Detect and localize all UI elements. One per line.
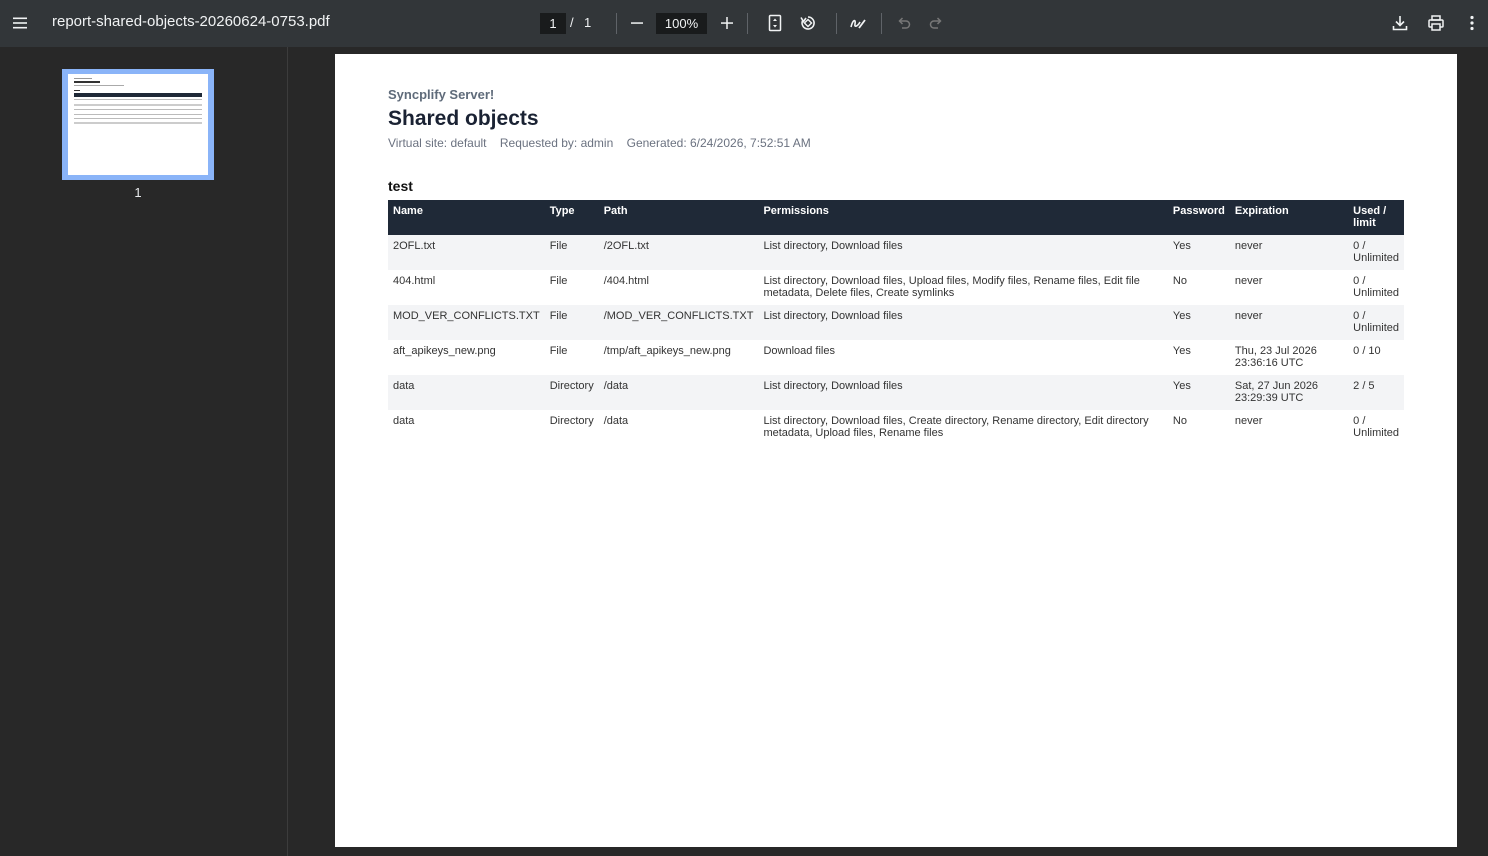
toolbar-divider	[881, 13, 882, 34]
meta-generated: Generated: 6/24/2026, 7:52:51 AM	[626, 136, 811, 150]
meta-requested-by: Requested by: admin	[499, 136, 614, 150]
report-brand: Syncplify Server!	[388, 87, 495, 102]
cell-type: File	[549, 345, 568, 357]
column-header-used-limit: Used / limit	[1348, 200, 1404, 235]
zoom-in-icon[interactable]	[711, 7, 743, 39]
column-header-permissions: Permissions	[758, 200, 1168, 235]
zoom-level-input[interactable]	[656, 13, 707, 34]
cell-name: 404.html	[393, 275, 436, 287]
more-options-icon[interactable]	[1456, 7, 1488, 39]
column-header-name: Name	[388, 200, 545, 235]
table-row: aft_apikeys_new.png File /tmp/aft_apikey…	[388, 340, 1404, 375]
cell-path: /404.html	[603, 275, 649, 287]
cell-path: /tmp/aft_apikeys_new.png	[603, 345, 731, 357]
page-total: 1	[584, 15, 592, 30]
cell-type: File	[549, 275, 568, 287]
cell-name: data	[388, 375, 545, 410]
column-header-path: Path	[598, 200, 759, 235]
cell-expiration: Sat, 27 Jun 2026 23:29:39 UTC	[1229, 375, 1349, 410]
cell-used-limit: 0 / Unlimited	[1353, 415, 1399, 439]
cell-type: Directory	[544, 375, 599, 410]
cell-path: /MOD_VER_CONFLICTS.TXT	[598, 305, 759, 340]
toolbar-divider	[836, 13, 837, 34]
thumbnail-preview	[68, 74, 208, 175]
cell-password: No	[1172, 415, 1187, 427]
cell-permissions: List directory, Download files	[758, 305, 1168, 340]
cell-used-limit: 2 / 5	[1348, 375, 1404, 410]
cell-type: File	[544, 235, 599, 270]
table-row: 404.html File /404.html List directory, …	[388, 270, 1404, 305]
column-header-expiration: Expiration	[1229, 200, 1349, 235]
cell-name: 2OFL.txt	[388, 235, 545, 270]
download-icon[interactable]	[1384, 7, 1416, 39]
document-title: report-shared-objects-20260624-0753.pdf	[52, 13, 330, 30]
cell-password: Yes	[1167, 305, 1230, 340]
cell-password: No	[1172, 275, 1187, 287]
cell-type: File	[544, 305, 599, 340]
redo-icon[interactable]	[920, 7, 952, 39]
table-row: 2OFL.txt File /2OFL.txt List directory, …	[388, 235, 1404, 270]
thumbnail-sidebar: 1	[0, 47, 288, 856]
annotate-pen-icon[interactable]	[842, 7, 874, 39]
cell-expiration: never	[1229, 305, 1349, 340]
table-row: data Directory /data List directory, Dow…	[388, 410, 1404, 445]
cell-permissions: List directory, Download files, Upload f…	[763, 275, 1140, 299]
cell-used-limit: 0 / 10	[1353, 345, 1381, 357]
cell-name: data	[393, 415, 415, 427]
column-header-type: Type	[544, 200, 599, 235]
undo-icon[interactable]	[888, 7, 920, 39]
menu-icon[interactable]	[4, 7, 36, 39]
cell-name: MOD_VER_CONFLICTS.TXT	[388, 305, 545, 340]
cell-permissions: List directory, Download files	[758, 235, 1168, 270]
cell-permissions: Download files	[763, 345, 835, 357]
table-header-row: Name Type Path Permissions Password Expi…	[388, 200, 1404, 235]
document-viewer[interactable]: Syncplify Server! Shared objects Virtual…	[289, 47, 1488, 856]
cell-name: aft_apikeys_new.png	[393, 345, 496, 357]
cell-used-limit: 0 / Unlimited	[1353, 275, 1399, 299]
column-header-password: Password	[1167, 200, 1230, 235]
cell-path: /2OFL.txt	[598, 235, 759, 270]
report-meta: Virtual site: default Requested by: admi…	[388, 136, 821, 150]
cell-expiration: never	[1229, 235, 1349, 270]
report-title: Shared objects	[388, 107, 539, 130]
group-heading: test	[388, 178, 413, 194]
table-row: data Directory /data List directory, Dow…	[388, 375, 1404, 410]
cell-permissions: List directory, Download files	[758, 375, 1168, 410]
cell-path: /data	[603, 415, 629, 427]
print-icon[interactable]	[1420, 7, 1452, 39]
cell-path: /data	[598, 375, 759, 410]
cell-password: Yes	[1172, 345, 1191, 357]
cell-expiration: never	[1234, 275, 1263, 287]
page-separator: /	[570, 15, 574, 30]
toolbar-divider	[747, 13, 748, 34]
zoom-out-icon[interactable]	[621, 7, 653, 39]
page-number-input[interactable]	[540, 13, 566, 34]
shared-objects-table: Name Type Path Permissions Password Expi…	[388, 200, 1404, 445]
meta-virtual-site: Virtual site: default	[388, 136, 487, 150]
cell-used-limit: 0 / Unlimited	[1348, 305, 1404, 340]
pdf-toolbar: report-shared-objects-20260624-0753.pdf …	[0, 0, 1488, 47]
rotate-icon[interactable]	[792, 7, 824, 39]
cell-password: Yes	[1167, 235, 1230, 270]
cell-password: Yes	[1167, 375, 1230, 410]
pdf-page: Syncplify Server! Shared objects Virtual…	[335, 54, 1457, 847]
page-thumbnail[interactable]	[62, 69, 214, 180]
thumbnail-page-number: 1	[134, 185, 142, 200]
fit-page-icon[interactable]	[759, 7, 791, 39]
cell-expiration: never	[1234, 415, 1263, 427]
table-row: MOD_VER_CONFLICTS.TXT File /MOD_VER_CONF…	[388, 305, 1404, 340]
cell-expiration: Thu, 23 Jul 2026 23:36:16 UTC	[1234, 345, 1317, 369]
cell-used-limit: 0 / Unlimited	[1348, 235, 1404, 270]
toolbar-divider	[616, 13, 617, 34]
cell-type: Directory	[549, 415, 594, 427]
cell-permissions: List directory, Download files, Create d…	[763, 415, 1149, 439]
